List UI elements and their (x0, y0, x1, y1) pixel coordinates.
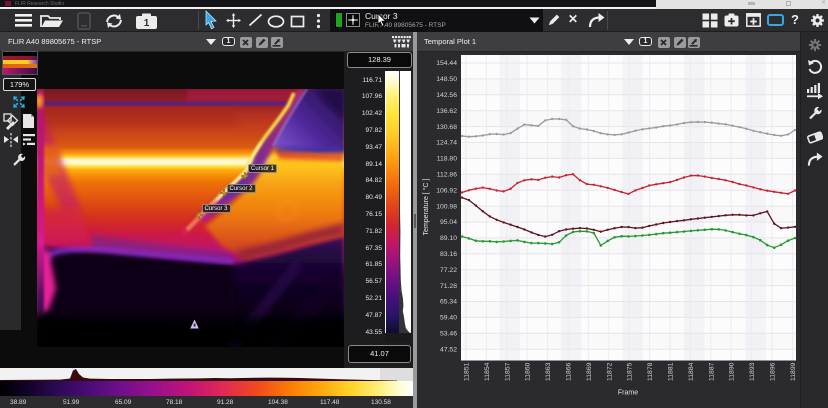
svg-text:47.52: 47.52 (440, 346, 457, 353)
svg-text:11875: 11875 (627, 362, 634, 381)
svg-text:118.80: 118.80 (437, 156, 458, 163)
svg-text:11863: 11863 (545, 362, 552, 381)
svg-text:11899: 11899 (790, 362, 797, 381)
svg-text:100.98: 100.98 (436, 203, 457, 210)
svg-text:11851: 11851 (464, 362, 471, 381)
svg-text:77.22: 77.22 (440, 267, 457, 274)
svg-text:154.44: 154.44 (436, 60, 457, 67)
svg-text:11881: 11881 (668, 362, 675, 381)
svg-text:11866: 11866 (566, 362, 573, 381)
svg-text:148.50: 148.50 (436, 76, 457, 83)
svg-text:65.34: 65.34 (440, 299, 457, 306)
svg-text:11884: 11884 (688, 362, 695, 381)
svg-text:11890: 11890 (729, 362, 736, 381)
svg-text:136.62: 136.62 (436, 108, 457, 115)
svg-text:89.10: 89.10 (440, 235, 457, 242)
svg-text:130.68: 130.68 (436, 124, 457, 131)
svg-text:11869: 11869 (586, 362, 593, 381)
svg-text:11896: 11896 (770, 362, 777, 381)
svg-text:95.04: 95.04 (440, 219, 457, 226)
svg-text:11857: 11857 (504, 362, 511, 381)
svg-text:53.46: 53.46 (440, 331, 457, 338)
svg-text:59.40: 59.40 (440, 315, 457, 322)
svg-text:112.86: 112.86 (437, 172, 458, 179)
svg-text:Frame: Frame (618, 390, 638, 397)
svg-text:11872: 11872 (606, 362, 613, 381)
svg-text:11893: 11893 (749, 362, 756, 381)
svg-text:11878: 11878 (647, 362, 654, 381)
svg-text:106.92: 106.92 (436, 187, 457, 194)
svg-text:11854: 11854 (484, 362, 491, 381)
svg-text:142.56: 142.56 (436, 92, 457, 99)
svg-text:Temperature [ °C ]: Temperature [ °C ] (422, 179, 430, 236)
svg-text:11887: 11887 (708, 362, 715, 381)
svg-text:11860: 11860 (525, 362, 532, 381)
svg-text:71.28: 71.28 (440, 283, 457, 290)
svg-text:83.16: 83.16 (440, 251, 457, 258)
svg-text:124.74: 124.74 (436, 140, 457, 147)
